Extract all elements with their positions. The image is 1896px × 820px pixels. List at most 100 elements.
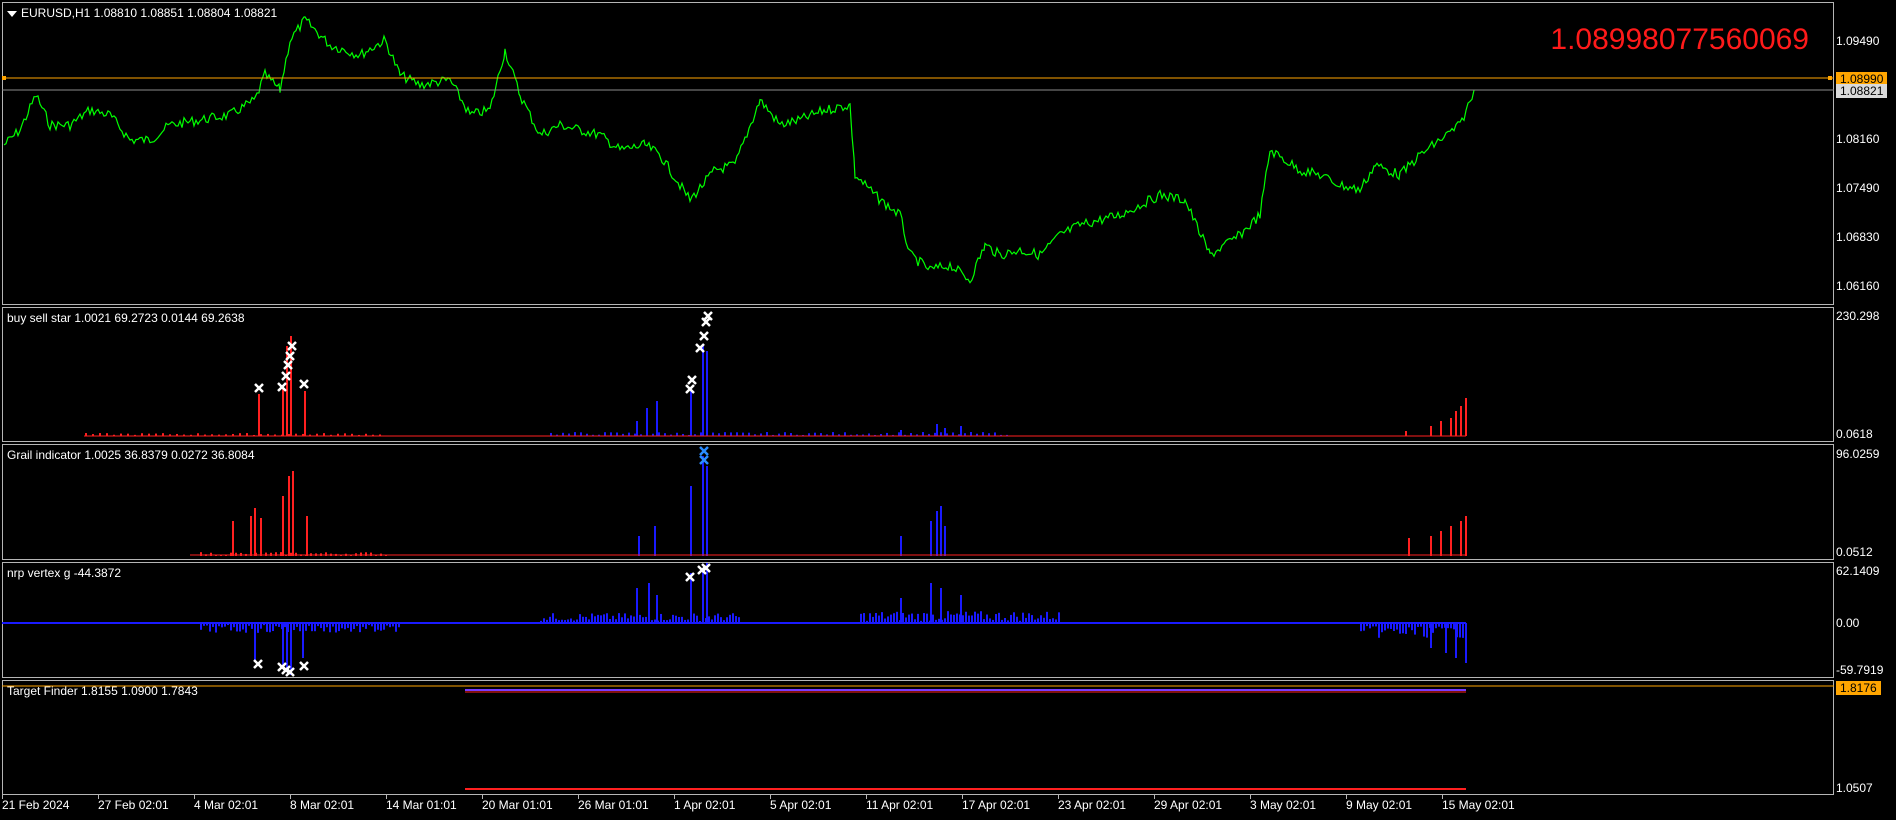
histogram-bar <box>239 623 241 632</box>
histogram-bar <box>638 536 640 556</box>
histogram-bar <box>690 486 692 556</box>
histogram-bar <box>693 613 695 623</box>
time-axis-tick <box>1346 795 1347 799</box>
time-axis-label: 4 Mar 02:01 <box>194 798 259 812</box>
time-axis-label: 20 Mar 01:01 <box>482 798 553 812</box>
histogram-bar <box>564 620 566 623</box>
histogram-bar <box>738 617 740 623</box>
time-axis-tick <box>1154 795 1155 799</box>
histogram-bar <box>1465 398 1467 436</box>
chart-drawing-layer <box>2 16 1834 790</box>
histogram-bar <box>392 623 394 627</box>
time-axis-label: 9 May 02:01 <box>1346 798 1413 812</box>
histogram-bar <box>940 588 942 623</box>
histogram-bar <box>702 344 704 436</box>
histogram-bar <box>224 623 226 627</box>
histogram-bar <box>269 623 271 633</box>
histogram-bar <box>636 588 638 623</box>
histogram-bar <box>326 623 328 628</box>
histogram-bar <box>866 620 868 623</box>
histogram-bar <box>930 521 932 556</box>
histogram-bar <box>266 623 268 632</box>
histogram-bar <box>263 623 265 626</box>
trading-chart[interactable]: EURUSD,H1 1.08810 1.08851 1.08804 1.0882… <box>0 0 1896 820</box>
histogram-bar <box>616 432 618 436</box>
histogram-bar <box>706 563 708 623</box>
histogram-bar <box>1462 623 1464 638</box>
histogram-bar <box>305 623 307 631</box>
histogram-bar <box>1052 618 1054 623</box>
histogram-bar <box>380 623 382 631</box>
x-marker <box>299 379 309 389</box>
histogram-bar <box>678 617 680 623</box>
histogram-bar <box>690 391 692 436</box>
histogram-bar <box>254 508 256 556</box>
histogram-bar <box>574 432 576 436</box>
target-finder-axis-bottom: 1.0507 <box>1836 781 1873 795</box>
histogram-bar <box>597 614 599 623</box>
histogram-bar <box>896 611 898 623</box>
histogram-bar <box>242 623 244 630</box>
histogram-bar <box>1019 620 1021 623</box>
histogram-bar <box>344 623 346 630</box>
histogram-bar <box>663 619 665 623</box>
nrp-axis-top: 62.1409 <box>1836 564 1880 578</box>
histogram-bar <box>1363 623 1365 631</box>
time-axis-label: 29 Apr 02:01 <box>1154 798 1223 812</box>
histogram-bar <box>288 476 290 556</box>
histogram-bar <box>947 611 949 623</box>
histogram-bar <box>965 611 967 623</box>
histogram-bar <box>278 623 280 627</box>
x-marker <box>699 331 709 341</box>
histogram-bar <box>236 623 238 632</box>
time-axis-tick <box>1442 795 1443 799</box>
histogram-bar <box>209 623 211 632</box>
time-axis-label: 23 Apr 02:01 <box>1058 798 1127 812</box>
histogram-bar <box>690 573 692 623</box>
histogram-bar <box>270 552 272 556</box>
histogram-bar <box>669 619 671 623</box>
histogram-bar <box>389 623 391 628</box>
price-axis-label: 1.09490 <box>1836 34 1880 48</box>
histogram-bar <box>200 623 202 630</box>
histogram-bar <box>936 424 938 436</box>
grail-axis-top: 96.0259 <box>1836 447 1880 461</box>
histogram-bar <box>1453 623 1455 630</box>
histogram-bar <box>642 617 644 623</box>
histogram-bar <box>1384 623 1386 631</box>
histogram-bar <box>881 612 883 623</box>
histogram-bar <box>1430 536 1432 556</box>
time-axis-label: 26 Mar 01:01 <box>578 798 649 812</box>
histogram-bar <box>610 432 612 436</box>
histogram-bar <box>1420 623 1422 627</box>
histogram-bar <box>702 568 704 623</box>
histogram-bar <box>1460 521 1462 556</box>
histogram-bar <box>232 521 234 556</box>
time-axis-tick <box>2 795 3 799</box>
histogram-bar <box>940 432 942 436</box>
histogram-bar <box>308 623 310 626</box>
histogram-bar <box>900 536 902 556</box>
histogram-bar <box>633 616 635 623</box>
histogram-bar <box>1432 623 1434 633</box>
histogram-bar <box>998 612 1000 623</box>
histogram-bar <box>1399 623 1401 634</box>
histogram-bar <box>1007 620 1009 623</box>
histogram-bar <box>1055 619 1057 623</box>
histogram-bar <box>1430 426 1432 436</box>
histogram-bar <box>371 623 373 627</box>
histogram-bar <box>1465 623 1467 663</box>
histogram-bar <box>1440 531 1442 556</box>
time-axis-tick <box>962 795 963 799</box>
histogram-bar <box>729 614 731 623</box>
histogram-bar <box>724 432 726 436</box>
histogram-bar <box>1405 431 1407 436</box>
histogram-bar <box>890 614 892 623</box>
histogram-bar <box>732 613 734 623</box>
histogram-bar <box>960 426 962 436</box>
histogram-bar <box>1455 411 1457 436</box>
histogram-bar <box>656 401 658 436</box>
histogram-bar <box>714 615 716 623</box>
histogram-bar <box>567 619 569 623</box>
histogram-bar <box>884 618 886 623</box>
